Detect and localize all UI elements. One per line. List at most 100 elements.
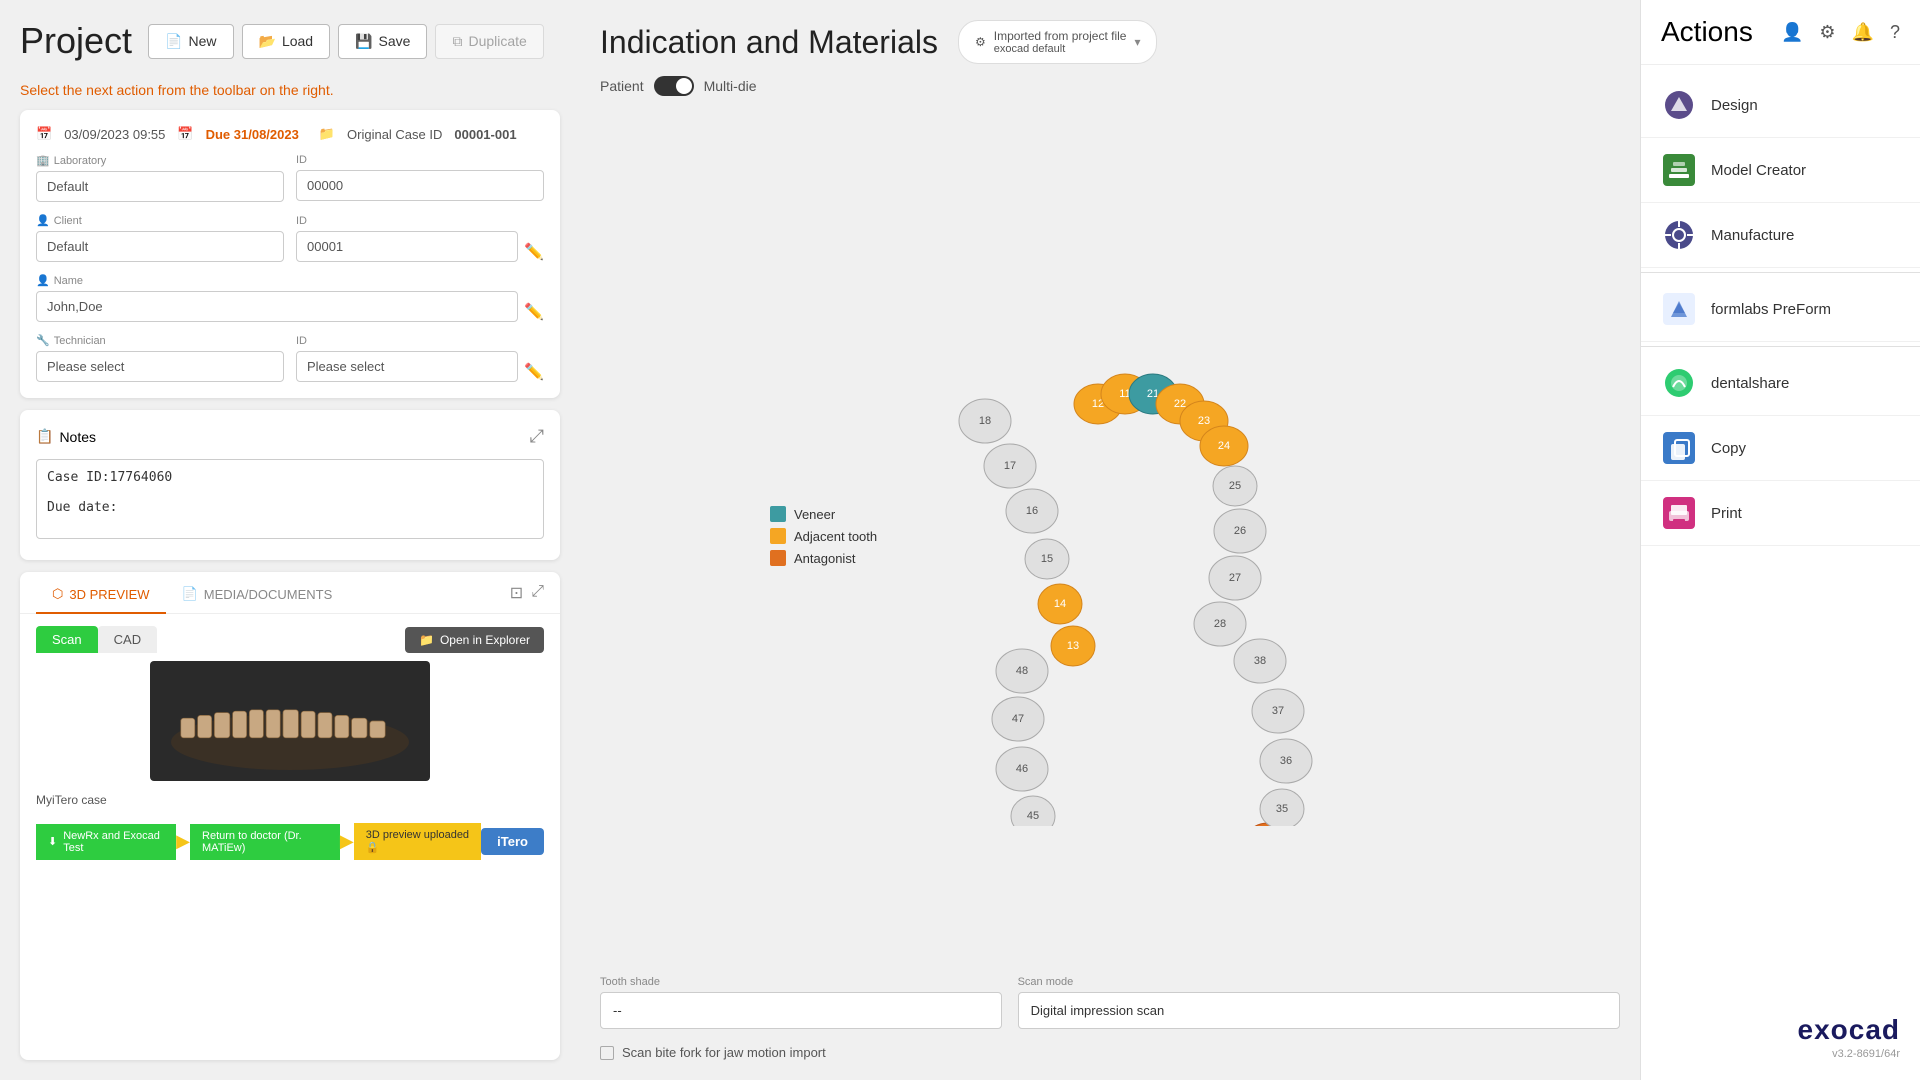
user-icon[interactable]: 👤 xyxy=(1781,22,1803,43)
design-icon xyxy=(1661,87,1697,123)
laboratory-select[interactable]: Default xyxy=(36,171,284,202)
scan-mode-select[interactable]: Digital impression scan xyxy=(1018,992,1620,1029)
copy-icon xyxy=(1661,430,1697,466)
tooth-18[interactable]: 18 xyxy=(959,399,1011,443)
tech-id-select[interactable]: Please select xyxy=(296,351,518,382)
action-dentalshare[interactable]: dentalshare xyxy=(1641,351,1920,416)
action-print[interactable]: Print xyxy=(1641,481,1920,546)
tooth-27[interactable]: 27 xyxy=(1209,556,1261,600)
preview-minimize-icon[interactable]: ⊡ xyxy=(510,583,523,603)
notes-card: 📋 Notes ⤢ Case ID:17764060 Due date: xyxy=(20,410,560,560)
cad-tab[interactable]: CAD xyxy=(98,626,157,653)
print-icon xyxy=(1661,495,1697,531)
laboratory-label: 🏢 Laboratory xyxy=(36,154,284,167)
tooth-38[interactable]: 38 xyxy=(1234,639,1286,683)
tooth-14[interactable]: 14 xyxy=(1038,584,1082,624)
action-formlabs[interactable]: formlabs PreForm xyxy=(1641,277,1920,342)
tooth-36[interactable]: 36 xyxy=(1260,739,1312,783)
dentalshare-icon xyxy=(1661,365,1697,401)
cube-icon: ⬡ xyxy=(52,586,63,602)
tooth-48[interactable]: 48 xyxy=(996,649,1048,693)
action-manufacture[interactable]: Manufacture xyxy=(1641,203,1920,268)
load-button[interactable]: 📂 Load xyxy=(242,24,331,59)
calendar-icon: 📅 xyxy=(36,126,52,142)
name-edit-icon[interactable]: ✏️ xyxy=(524,302,544,322)
tab-media-documents[interactable]: 📄 MEDIA/DOCUMENTS xyxy=(166,572,349,614)
preview-maximize-icon[interactable]: ⤢ xyxy=(531,583,544,603)
bell-icon[interactable]: 🔔 xyxy=(1852,22,1874,43)
tooth-45[interactable]: 45 xyxy=(1011,796,1055,826)
svg-text:28: 28 xyxy=(1214,618,1226,630)
technician-select[interactable]: Please select xyxy=(36,351,284,382)
svg-text:47: 47 xyxy=(1012,713,1024,725)
technician-label: 🔧 Technician xyxy=(36,334,284,347)
name-select[interactable]: John,Doe xyxy=(36,291,518,322)
itero-button[interactable]: iTero xyxy=(481,828,544,855)
tooth-28[interactable]: 28 xyxy=(1194,602,1246,646)
action-items-list: Design Model Creator xyxy=(1641,65,1920,554)
tooth-47[interactable]: 47 xyxy=(992,697,1044,741)
tooth-46[interactable]: 46 xyxy=(996,747,1048,791)
patient-toggle-row: Patient Multi-die xyxy=(600,76,1620,96)
svg-text:26: 26 xyxy=(1234,525,1246,537)
save-button[interactable]: 💾 Save xyxy=(338,24,427,59)
action-copy[interactable]: Copy xyxy=(1641,416,1920,481)
svg-text:24: 24 xyxy=(1218,440,1230,452)
settings-icon[interactable]: ⚙ xyxy=(1819,22,1835,43)
right-header: Actions 👤 ⚙ 🔔 ? xyxy=(1641,0,1920,65)
tech-id-label: ID xyxy=(296,335,518,347)
tooth-13[interactable]: 13 xyxy=(1051,626,1095,666)
preview-tabs: ⬡ 3D PREVIEW 📄 MEDIA/DOCUMENTS ⊡ ⤢ xyxy=(20,572,560,614)
client-edit-icon[interactable]: ✏️ xyxy=(524,242,544,262)
tooth-16[interactable]: 16 xyxy=(1006,489,1058,533)
model-creator-icon xyxy=(1661,152,1697,188)
action-model-creator[interactable]: Model Creator xyxy=(1641,138,1920,203)
notes-expand-icon[interactable]: ⤢ xyxy=(530,426,544,447)
exocad-logo: exocad xyxy=(1798,1014,1901,1046)
help-icon[interactable]: ? xyxy=(1890,22,1900,43)
chevron-down-icon: ▾ xyxy=(1134,35,1140,49)
preview-body: Scan CAD 📁 Open in Explorer xyxy=(20,614,560,1060)
folder-open-icon: 📁 xyxy=(419,633,434,647)
tab-3d-preview[interactable]: ⬡ 3D PREVIEW xyxy=(36,572,166,614)
svg-text:13: 13 xyxy=(1067,640,1079,652)
notes-textarea[interactable]: Case ID:17764060 Due date: xyxy=(36,459,544,539)
tooth-37[interactable]: 37 xyxy=(1252,689,1304,733)
tooth-35[interactable]: 35 xyxy=(1260,789,1304,826)
actions-divider-2 xyxy=(1641,346,1920,347)
svg-text:46: 46 xyxy=(1016,763,1028,775)
workflow-step-2: Return to doctor (Dr. MATiEw) xyxy=(190,824,340,860)
name-label: 👤 Name xyxy=(36,274,518,287)
duplicate-button[interactable]: ⧉ Duplicate xyxy=(435,24,543,59)
new-button[interactable]: 📄 New xyxy=(148,24,233,59)
tooth-legend: Veneer Adjacent tooth Antagonist xyxy=(770,506,877,566)
svg-text:27: 27 xyxy=(1229,572,1241,584)
client-id-select[interactable]: 00001 xyxy=(296,231,518,262)
lab-icon: 🏢 xyxy=(36,154,50,167)
workflow-arrow-2: ▶ xyxy=(340,831,354,852)
scan-tab[interactable]: Scan xyxy=(36,626,98,653)
tooth-17[interactable]: 17 xyxy=(984,444,1036,488)
duplicate-icon: ⧉ xyxy=(452,33,462,50)
tech-edit-icon[interactable]: ✏️ xyxy=(524,362,544,382)
lab-id-select[interactable]: 00000 xyxy=(296,170,544,201)
tooth-15[interactable]: 15 xyxy=(1025,539,1069,579)
workflow-step-3: 3D preview uploaded 🔒 xyxy=(354,823,481,860)
tooth-26[interactable]: 26 xyxy=(1214,509,1266,553)
tooth-diagram-svg: 18 17 16 15 xyxy=(870,246,1350,826)
tooth-25[interactable]: 25 xyxy=(1213,466,1257,506)
tooth-24[interactable]: 24 xyxy=(1200,426,1248,466)
scan-bite-checkbox[interactable] xyxy=(600,1046,614,1060)
patient-multi-toggle[interactable] xyxy=(654,76,694,96)
import-badge[interactable]: ⚙ Imported from project file exocad defa… xyxy=(958,20,1158,64)
action-design[interactable]: Design xyxy=(1641,73,1920,138)
tooth-shade-select[interactable]: -- xyxy=(600,992,1002,1029)
case-info-card: 📅 03/09/2023 09:55 📅 Due 31/08/2023 📁 Or… xyxy=(20,110,560,398)
scan-bite-row: Scan bite fork for jaw motion import xyxy=(600,1045,1620,1060)
veneer-legend-color xyxy=(770,506,786,522)
svg-text:22: 22 xyxy=(1174,398,1186,410)
client-select[interactable]: Default xyxy=(36,231,284,262)
file-icon: 📄 xyxy=(182,586,198,602)
open-explorer-button[interactable]: 📁 Open in Explorer xyxy=(405,627,544,653)
adjacent-legend-color xyxy=(770,528,786,544)
